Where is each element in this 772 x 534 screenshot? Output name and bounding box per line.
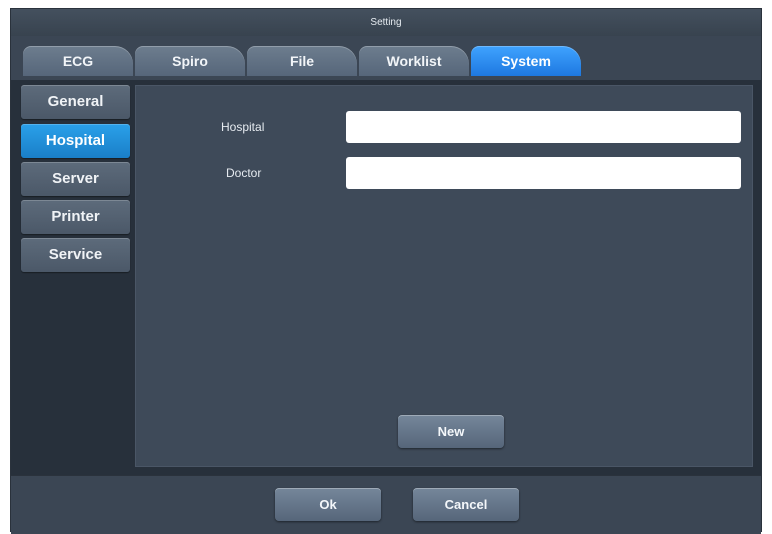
window-title: Setting — [11, 9, 761, 36]
ok-button[interactable]: Ok — [275, 488, 381, 521]
tab-spiro[interactable]: Spiro — [135, 46, 245, 76]
doctor-label: Doctor — [226, 166, 262, 180]
sidebar-item-hospital[interactable]: Hospital — [21, 124, 130, 158]
sidebar-item-server[interactable]: Server — [21, 162, 130, 196]
tab-ecg[interactable]: ECG — [23, 46, 133, 76]
sidebar-item-general[interactable]: General — [21, 85, 130, 119]
hospital-input[interactable] — [346, 111, 741, 143]
hospital-settings-panel: Hospital Doctor New — [135, 85, 753, 467]
sidebar-item-service[interactable]: Service — [21, 238, 130, 272]
settings-window: Setting ECG Spiro File Worklist System G… — [10, 8, 762, 534]
tab-bar: ECG Spiro File Worklist System — [11, 36, 761, 80]
tab-worklist[interactable]: Worklist — [359, 46, 469, 76]
doctor-input[interactable] — [346, 157, 741, 189]
tab-system[interactable]: System — [471, 46, 581, 76]
settings-body: General Hospital Server Printer Service … — [11, 80, 761, 475]
sidebar: General Hospital Server Printer Service — [11, 80, 134, 475]
new-button[interactable]: New — [398, 415, 504, 448]
tab-file[interactable]: File — [247, 46, 357, 76]
hospital-label: Hospital — [221, 120, 265, 134]
dialog-footer: Ok Cancel — [11, 475, 761, 534]
sidebar-item-printer[interactable]: Printer — [21, 200, 130, 234]
cancel-button[interactable]: Cancel — [413, 488, 519, 521]
